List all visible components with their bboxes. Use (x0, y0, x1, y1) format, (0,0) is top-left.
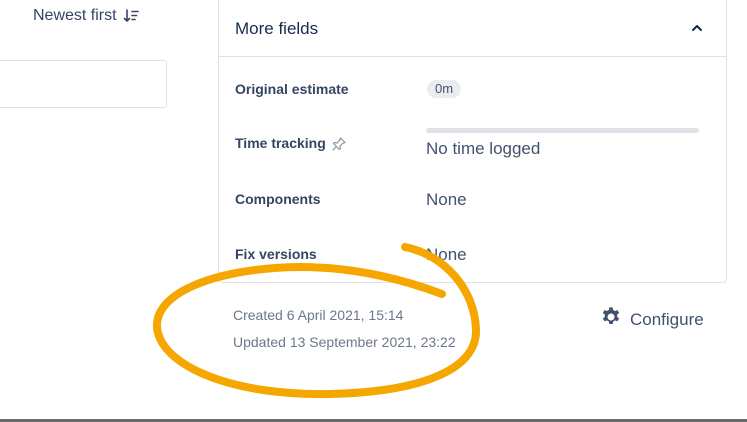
more-fields-title: More fields (235, 19, 319, 38)
created-timestamp: Created 6 April 2021, 15:14 (233, 307, 404, 323)
fix-versions-value[interactable]: None (426, 245, 467, 265)
chevron-up-icon[interactable] (690, 21, 704, 35)
time-tracking-bar (426, 128, 699, 133)
time-tracking-value[interactable]: No time logged (426, 139, 540, 159)
field-label-components: Components (235, 191, 321, 207)
sort-order-label: Newest first (33, 7, 117, 24)
issue-sidebar-page: Newest first More fields Original estima… (0, 0, 747, 422)
more-fields-header[interactable]: More fields (219, 0, 726, 57)
more-fields-panel: More fields Original estimate 0m Time tr… (218, 0, 727, 283)
gear-icon (600, 306, 622, 333)
comment-input[interactable] (0, 60, 167, 108)
configure-button[interactable]: Configure (600, 306, 704, 333)
sort-order-button[interactable]: Newest first (33, 5, 139, 27)
original-estimate-value[interactable]: 0m (427, 80, 462, 98)
components-value[interactable]: None (426, 190, 467, 210)
configure-label: Configure (630, 309, 704, 329)
field-label-original-estimate: Original estimate (235, 81, 349, 97)
sort-descending-icon (123, 8, 139, 24)
field-label-time-tracking: Time tracking (235, 135, 326, 151)
pin-icon[interactable] (331, 136, 347, 152)
field-label-fix-versions: Fix versions (235, 246, 317, 262)
updated-timestamp: Updated 13 September 2021, 23:22 (233, 334, 456, 350)
